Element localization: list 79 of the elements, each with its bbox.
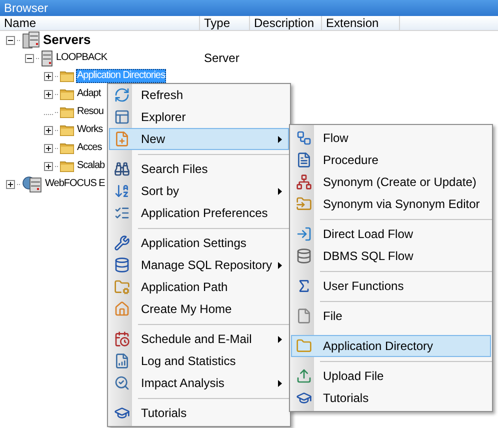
expand-toggle[interactable] (44, 126, 53, 134)
tree-item[interactable]: Scalab (76, 159, 106, 173)
menu-item[interactable]: Explorer (109, 106, 289, 128)
collapse-toggle[interactable] (6, 36, 15, 44)
tree-item[interactable]: Acces (76, 141, 103, 155)
server-icon (41, 50, 53, 66)
expand-toggle[interactable] (44, 90, 53, 98)
menu-item[interactable]: Tutorials (109, 402, 289, 424)
folder-edit-icon (296, 196, 312, 212)
refresh-icon (114, 87, 130, 103)
menu-item[interactable]: Synonym via Synonym Editor (291, 193, 491, 215)
column-header[interactable]: Type (200, 16, 250, 30)
menu-item[interactable]: Search Files (109, 158, 289, 180)
menu-item[interactable]: Synonym (Create or Update) (291, 171, 491, 193)
expand-toggle[interactable] (44, 162, 53, 170)
house-icon (114, 301, 130, 317)
menu-item[interactable]: Manage SQL Repository (109, 254, 289, 276)
expand-toggle[interactable] (44, 72, 53, 80)
menu-item[interactable]: Upload File (291, 365, 491, 387)
sql-database-icon (296, 248, 312, 264)
new-file-icon (114, 131, 130, 147)
log-chart-icon (114, 353, 130, 369)
menu-item[interactable]: Flow (291, 127, 491, 149)
folder-icon (296, 338, 312, 354)
folder-icon (60, 70, 74, 82)
folder-gear-icon (114, 279, 130, 295)
folder-icon (60, 160, 74, 172)
tutorial-icon (296, 390, 312, 406)
menu-item[interactable]: Create My Home (109, 298, 289, 320)
database-icon (114, 257, 130, 273)
window-panel-icon (114, 109, 130, 125)
column-header[interactable]: Extension (322, 16, 400, 30)
binoculars-icon (114, 161, 130, 177)
folder-icon (60, 88, 74, 100)
file-icon (296, 308, 312, 324)
column-header[interactable]: Description (250, 16, 322, 30)
tree-item[interactable]: Servers (42, 33, 92, 47)
menu-item[interactable]: Sort by (109, 180, 289, 202)
folder-icon (60, 106, 74, 118)
flow-icon (296, 130, 312, 146)
menu-item[interactable]: User Functions (291, 275, 491, 297)
menu-item[interactable]: Impact Analysis (109, 372, 289, 394)
wrench-icon (114, 235, 130, 251)
folder-icon (60, 142, 74, 154)
expand-toggle[interactable] (6, 180, 15, 188)
menu-item[interactable]: Direct Load Flow (291, 223, 491, 245)
expand-toggle[interactable] (44, 144, 53, 152)
tree-item[interactable]: Resou (76, 105, 104, 119)
upload-icon (296, 368, 312, 384)
window-title: Browser (0, 0, 498, 16)
menu-item[interactable]: Refresh (109, 84, 289, 106)
folder-icon (60, 124, 74, 136)
collapse-toggle[interactable] (25, 54, 34, 62)
tree-item[interactable]: Adapt (76, 87, 102, 101)
type-cell-text: Server (204, 50, 240, 67)
list-icon (114, 205, 130, 221)
hierarchy-icon (296, 174, 312, 190)
tree-item[interactable]: WebFOCUS E (44, 177, 106, 191)
globe-server-icon (22, 175, 42, 193)
menu-item[interactable]: Application Directory (291, 335, 491, 357)
menu-item[interactable]: Application Preferences (109, 202, 289, 224)
menu-item[interactable]: Tutorials (291, 387, 491, 409)
magnifier-icon (114, 375, 130, 391)
column-header[interactable]: Name (0, 16, 200, 30)
menu-item[interactable]: Application Settings (109, 232, 289, 254)
tree-item[interactable]: Works (76, 123, 104, 137)
menu-item[interactable]: New (109, 128, 289, 150)
menu-item[interactable]: Log and Statistics (109, 350, 289, 372)
menu-item[interactable]: Procedure (291, 149, 491, 171)
tree-item[interactable]: LOOPBACK (55, 51, 108, 65)
menu-item[interactable]: File (291, 305, 491, 327)
menu-item[interactable]: DBMS SQL Flow (291, 245, 491, 267)
menu-item[interactable]: Schedule and E-Mail (109, 328, 289, 350)
tutorial-icon (114, 405, 130, 421)
document-icon (296, 152, 312, 168)
calendar-icon (114, 331, 130, 347)
sort-icon (114, 183, 130, 199)
menu-item[interactable]: Application Path (109, 276, 289, 298)
load-arrow-icon (296, 226, 312, 242)
